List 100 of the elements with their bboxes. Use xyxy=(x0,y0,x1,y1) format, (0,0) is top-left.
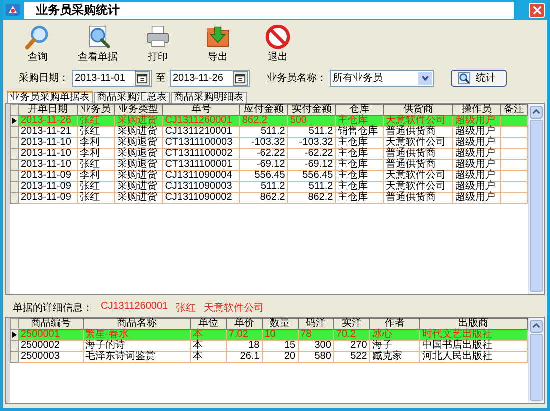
table-cell: 采购进货 xyxy=(114,182,163,192)
row-pointer-icon xyxy=(12,117,17,125)
table-cell: 主仓库 xyxy=(336,182,384,192)
table-cell: 主仓库 xyxy=(336,138,384,148)
table-cell: 超级用户 xyxy=(452,138,501,148)
table-cell: 862.2 xyxy=(288,192,336,204)
table-cell: 超级用户 xyxy=(452,170,501,182)
table-cell: CJ1311090004 xyxy=(162,170,240,182)
detail-label: 单据的详细信息： xyxy=(13,302,93,313)
table-cell: 采购进货 xyxy=(114,126,163,138)
table-cell: 张红 xyxy=(78,192,115,204)
table-cell: 张红 xyxy=(78,160,115,170)
table-cell: 河北人民出版社 xyxy=(420,352,528,362)
table-cell: 主仓库 xyxy=(336,192,384,204)
table-cell: CJ1311260001 xyxy=(162,116,240,126)
table-cell: 511.2 xyxy=(240,182,288,192)
toolbar-button[interactable]: 打印 xyxy=(133,24,183,64)
clerk-dropdown[interactable]: 所有业务员 xyxy=(330,70,434,86)
order-number: CJ1311260001 xyxy=(101,301,168,313)
calendar-icon xyxy=(137,72,148,84)
column-header[interactable]: 码洋 xyxy=(298,318,334,330)
table-cell: 采购退货 xyxy=(114,148,163,160)
table-cell: 2013-11-21 xyxy=(18,126,78,138)
tab[interactable]: 业务员采购单据表 xyxy=(7,91,93,103)
table-cell: -62.22 xyxy=(240,148,288,160)
column-header[interactable]: 操作员 xyxy=(452,104,501,116)
table-cell: -69.12 xyxy=(240,160,288,170)
table-cell: 18 xyxy=(226,340,262,352)
table-cell: 天意软件公司 xyxy=(384,138,453,148)
table-cell: 超级用户 xyxy=(452,148,501,160)
table-cell: 主仓库 xyxy=(336,170,384,182)
column-header[interactable]: 业务员 xyxy=(78,104,115,116)
scroll-thumb[interactable] xyxy=(530,120,543,292)
table-cell: 李利 xyxy=(78,148,115,160)
table-cell: 超级用户 xyxy=(452,192,501,204)
table-cell: 本 xyxy=(190,352,226,362)
table-cell: 超级用户 xyxy=(452,116,501,126)
column-header[interactable]: 开单日期 xyxy=(18,104,78,116)
close-icon xyxy=(532,6,542,14)
date-label: 采购日期： xyxy=(19,72,69,85)
table-cell: 15 xyxy=(262,340,298,352)
tab[interactable]: 商品采购汇总表 xyxy=(94,92,170,103)
table-cell: 主仓库 xyxy=(336,160,384,170)
scroll-up-icon xyxy=(530,320,543,333)
table-cell: -103.32 xyxy=(288,138,336,148)
table-cell: 2013-11-09 xyxy=(18,170,78,182)
table-cell: 采购退货 xyxy=(114,138,163,148)
toolbar-button[interactable]: 退出 xyxy=(253,24,303,64)
table-cell: 采购进货 xyxy=(114,116,163,126)
table-cell: 繁星·春水 xyxy=(83,330,191,340)
table-cell: 2500003 xyxy=(18,352,84,362)
table-cell: 270 xyxy=(334,340,370,352)
date-field[interactable]: 2013-11-26 xyxy=(170,70,250,86)
column-header[interactable]: 单位 xyxy=(190,318,226,330)
table-cell: CT1311100002 xyxy=(162,148,240,160)
table-cell: 张红 xyxy=(78,116,115,126)
column-header[interactable]: 作者 xyxy=(370,318,420,330)
close-button[interactable] xyxy=(529,2,545,18)
statistics-button[interactable]: 统计 xyxy=(451,70,507,86)
scrollbar[interactable] xyxy=(528,318,544,403)
table-cell: 普通供货商 xyxy=(384,160,453,170)
table-cell: 超级用户 xyxy=(452,126,501,138)
table-cell: 2013-11-10 xyxy=(18,160,78,170)
table-cell: 冰心 xyxy=(370,330,420,340)
table-cell: 超级用户 xyxy=(452,182,501,192)
table-cell: 2013-11-09 xyxy=(18,182,78,192)
date-field[interactable]: 2013-11-01 xyxy=(72,70,152,86)
table-cell: 时代文艺出版社 xyxy=(420,330,528,340)
table-cell: 李利 xyxy=(78,138,115,148)
table-cell: 普通供货商 xyxy=(384,126,453,138)
table-cell: 26.1 xyxy=(226,352,262,362)
table-cell: 522 xyxy=(334,352,370,362)
clerk-label: 业务员名称： xyxy=(267,72,327,85)
chevron-down-icon xyxy=(420,74,430,82)
table-cell: 2013-11-09 xyxy=(18,192,78,204)
column-header[interactable]: 数量 xyxy=(262,318,298,330)
table-cell: 511.2 xyxy=(288,182,336,192)
table-cell: 海子的诗 xyxy=(83,340,191,352)
clerk-name: 张红 xyxy=(176,302,196,313)
table-cell: 普通供货商 xyxy=(384,192,453,204)
table-cell: 张红 xyxy=(78,182,115,192)
table-cell: 天意软件公司 xyxy=(384,182,453,192)
column-header[interactable]: 单价 xyxy=(226,318,262,330)
row-pointer-icon xyxy=(12,331,17,339)
table-cell: -69.12 xyxy=(288,160,336,170)
table-cell: 2013-11-10 xyxy=(18,138,78,148)
table-cell: 2500002 xyxy=(18,340,84,352)
supplier-name: 天意软件公司 xyxy=(204,302,264,313)
table-cell: 天意软件公司 xyxy=(384,170,453,182)
column-header[interactable]: 单号 xyxy=(162,104,240,116)
scrollbar[interactable] xyxy=(528,104,544,294)
table-cell: 511.2 xyxy=(288,126,336,138)
tab[interactable]: 商品采购明细表 xyxy=(171,92,247,103)
scroll-thumb[interactable] xyxy=(530,334,543,401)
column-header[interactable]: 业务类型 xyxy=(114,104,163,116)
table-cell: 556.45 xyxy=(288,170,336,182)
table-cell: 超级用户 xyxy=(452,160,501,170)
toolbar-button[interactable]: 查看单据 xyxy=(73,24,123,64)
toolbar-button[interactable]: 导出 xyxy=(193,24,243,64)
toolbar-button[interactable]: 查询 xyxy=(13,24,63,64)
